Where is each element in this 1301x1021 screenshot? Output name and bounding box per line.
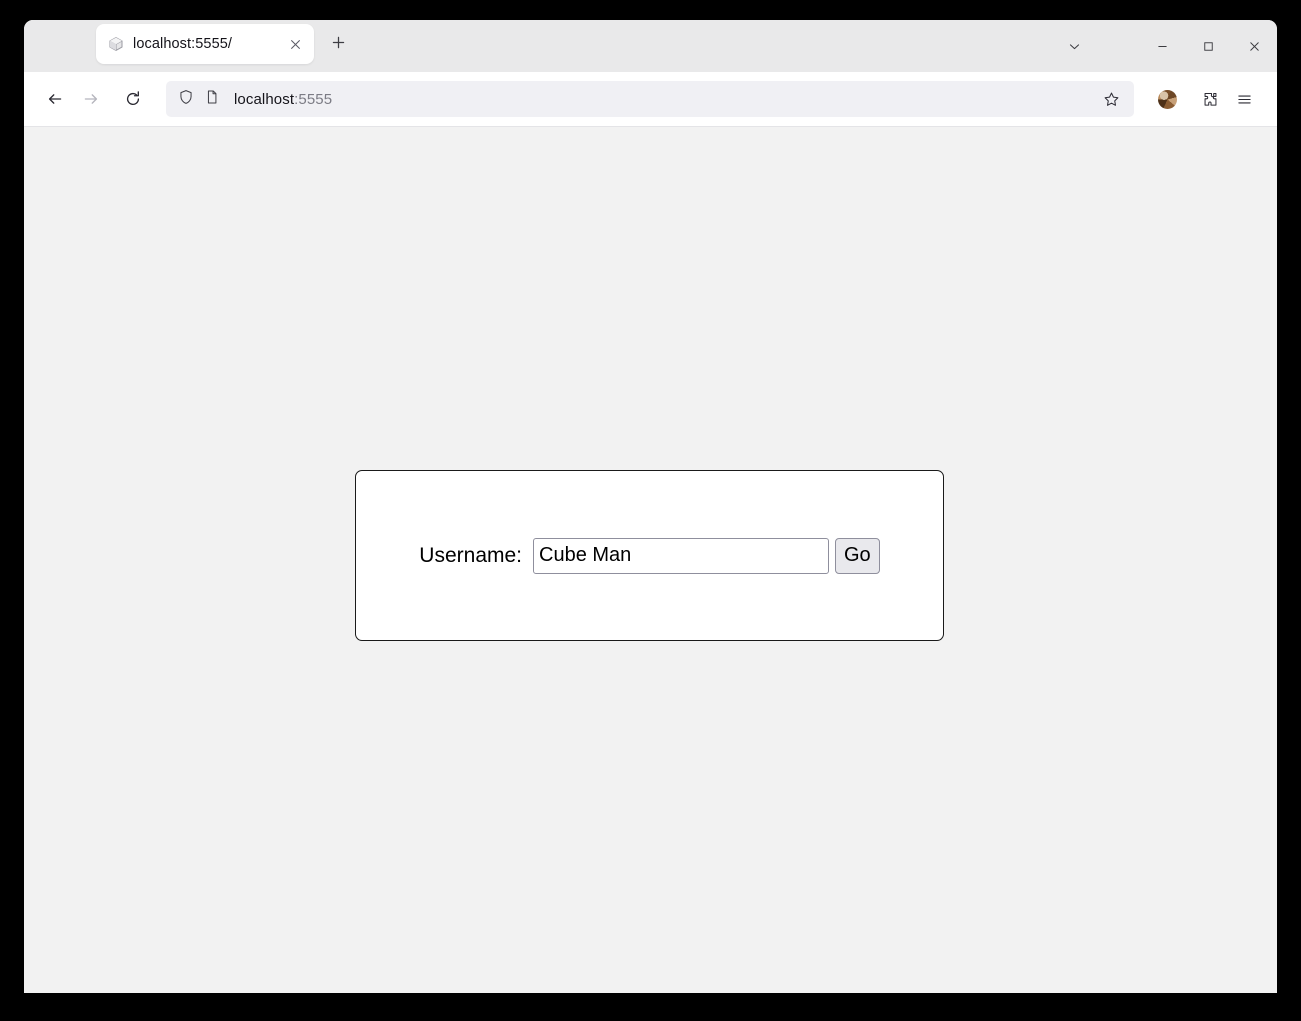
close-window-button[interactable] — [1231, 26, 1277, 66]
shield-icon[interactable] — [178, 89, 194, 110]
tab-strip: localhost:5555/ — [24, 20, 1277, 72]
extensions-puzzle-icon[interactable] — [1195, 84, 1225, 114]
new-tab-button[interactable] — [322, 26, 354, 58]
username-input[interactable] — [533, 537, 829, 574]
close-icon[interactable] — [284, 33, 306, 55]
navigation-toolbar: localhost:5555 — [24, 72, 1277, 127]
username-form-row: Username: Go — [419, 537, 880, 574]
url-port: :5555 — [294, 90, 333, 108]
browser-window: localhost:5555/ localhost:5555 Username:… — [24, 20, 1277, 993]
browser-tab-active[interactable]: localhost:5555/ — [96, 24, 314, 64]
app-menu-hamburger-icon[interactable] — [1229, 84, 1259, 114]
url-text[interactable]: localhost:5555 — [234, 91, 1094, 108]
tab-list: localhost:5555/ — [24, 20, 354, 72]
forward-icon[interactable] — [74, 82, 108, 116]
url-host: localhost — [234, 90, 295, 108]
url-identity-box[interactable] — [178, 89, 220, 110]
tab-title: localhost:5555/ — [133, 36, 233, 52]
address-bar[interactable]: localhost:5555 — [166, 81, 1134, 117]
maximize-button[interactable] — [1185, 26, 1231, 66]
avatar[interactable] — [1158, 89, 1177, 109]
list-all-tabs-button[interactable] — [1051, 26, 1097, 66]
username-label: Username: — [419, 543, 522, 567]
minimize-button[interactable] — [1139, 26, 1185, 66]
go-button[interactable]: Go — [835, 537, 880, 574]
bookmark-star-icon[interactable] — [1094, 83, 1128, 115]
reload-icon[interactable] — [116, 82, 150, 116]
page-viewport: Username: Go — [24, 127, 1277, 993]
page-icon[interactable] — [204, 89, 220, 110]
cube-icon — [108, 36, 124, 52]
toolbar-right-actions — [1158, 84, 1263, 114]
back-icon[interactable] — [38, 82, 72, 116]
window-controls — [1051, 20, 1277, 72]
username-form-card: Username: Go — [355, 470, 944, 641]
